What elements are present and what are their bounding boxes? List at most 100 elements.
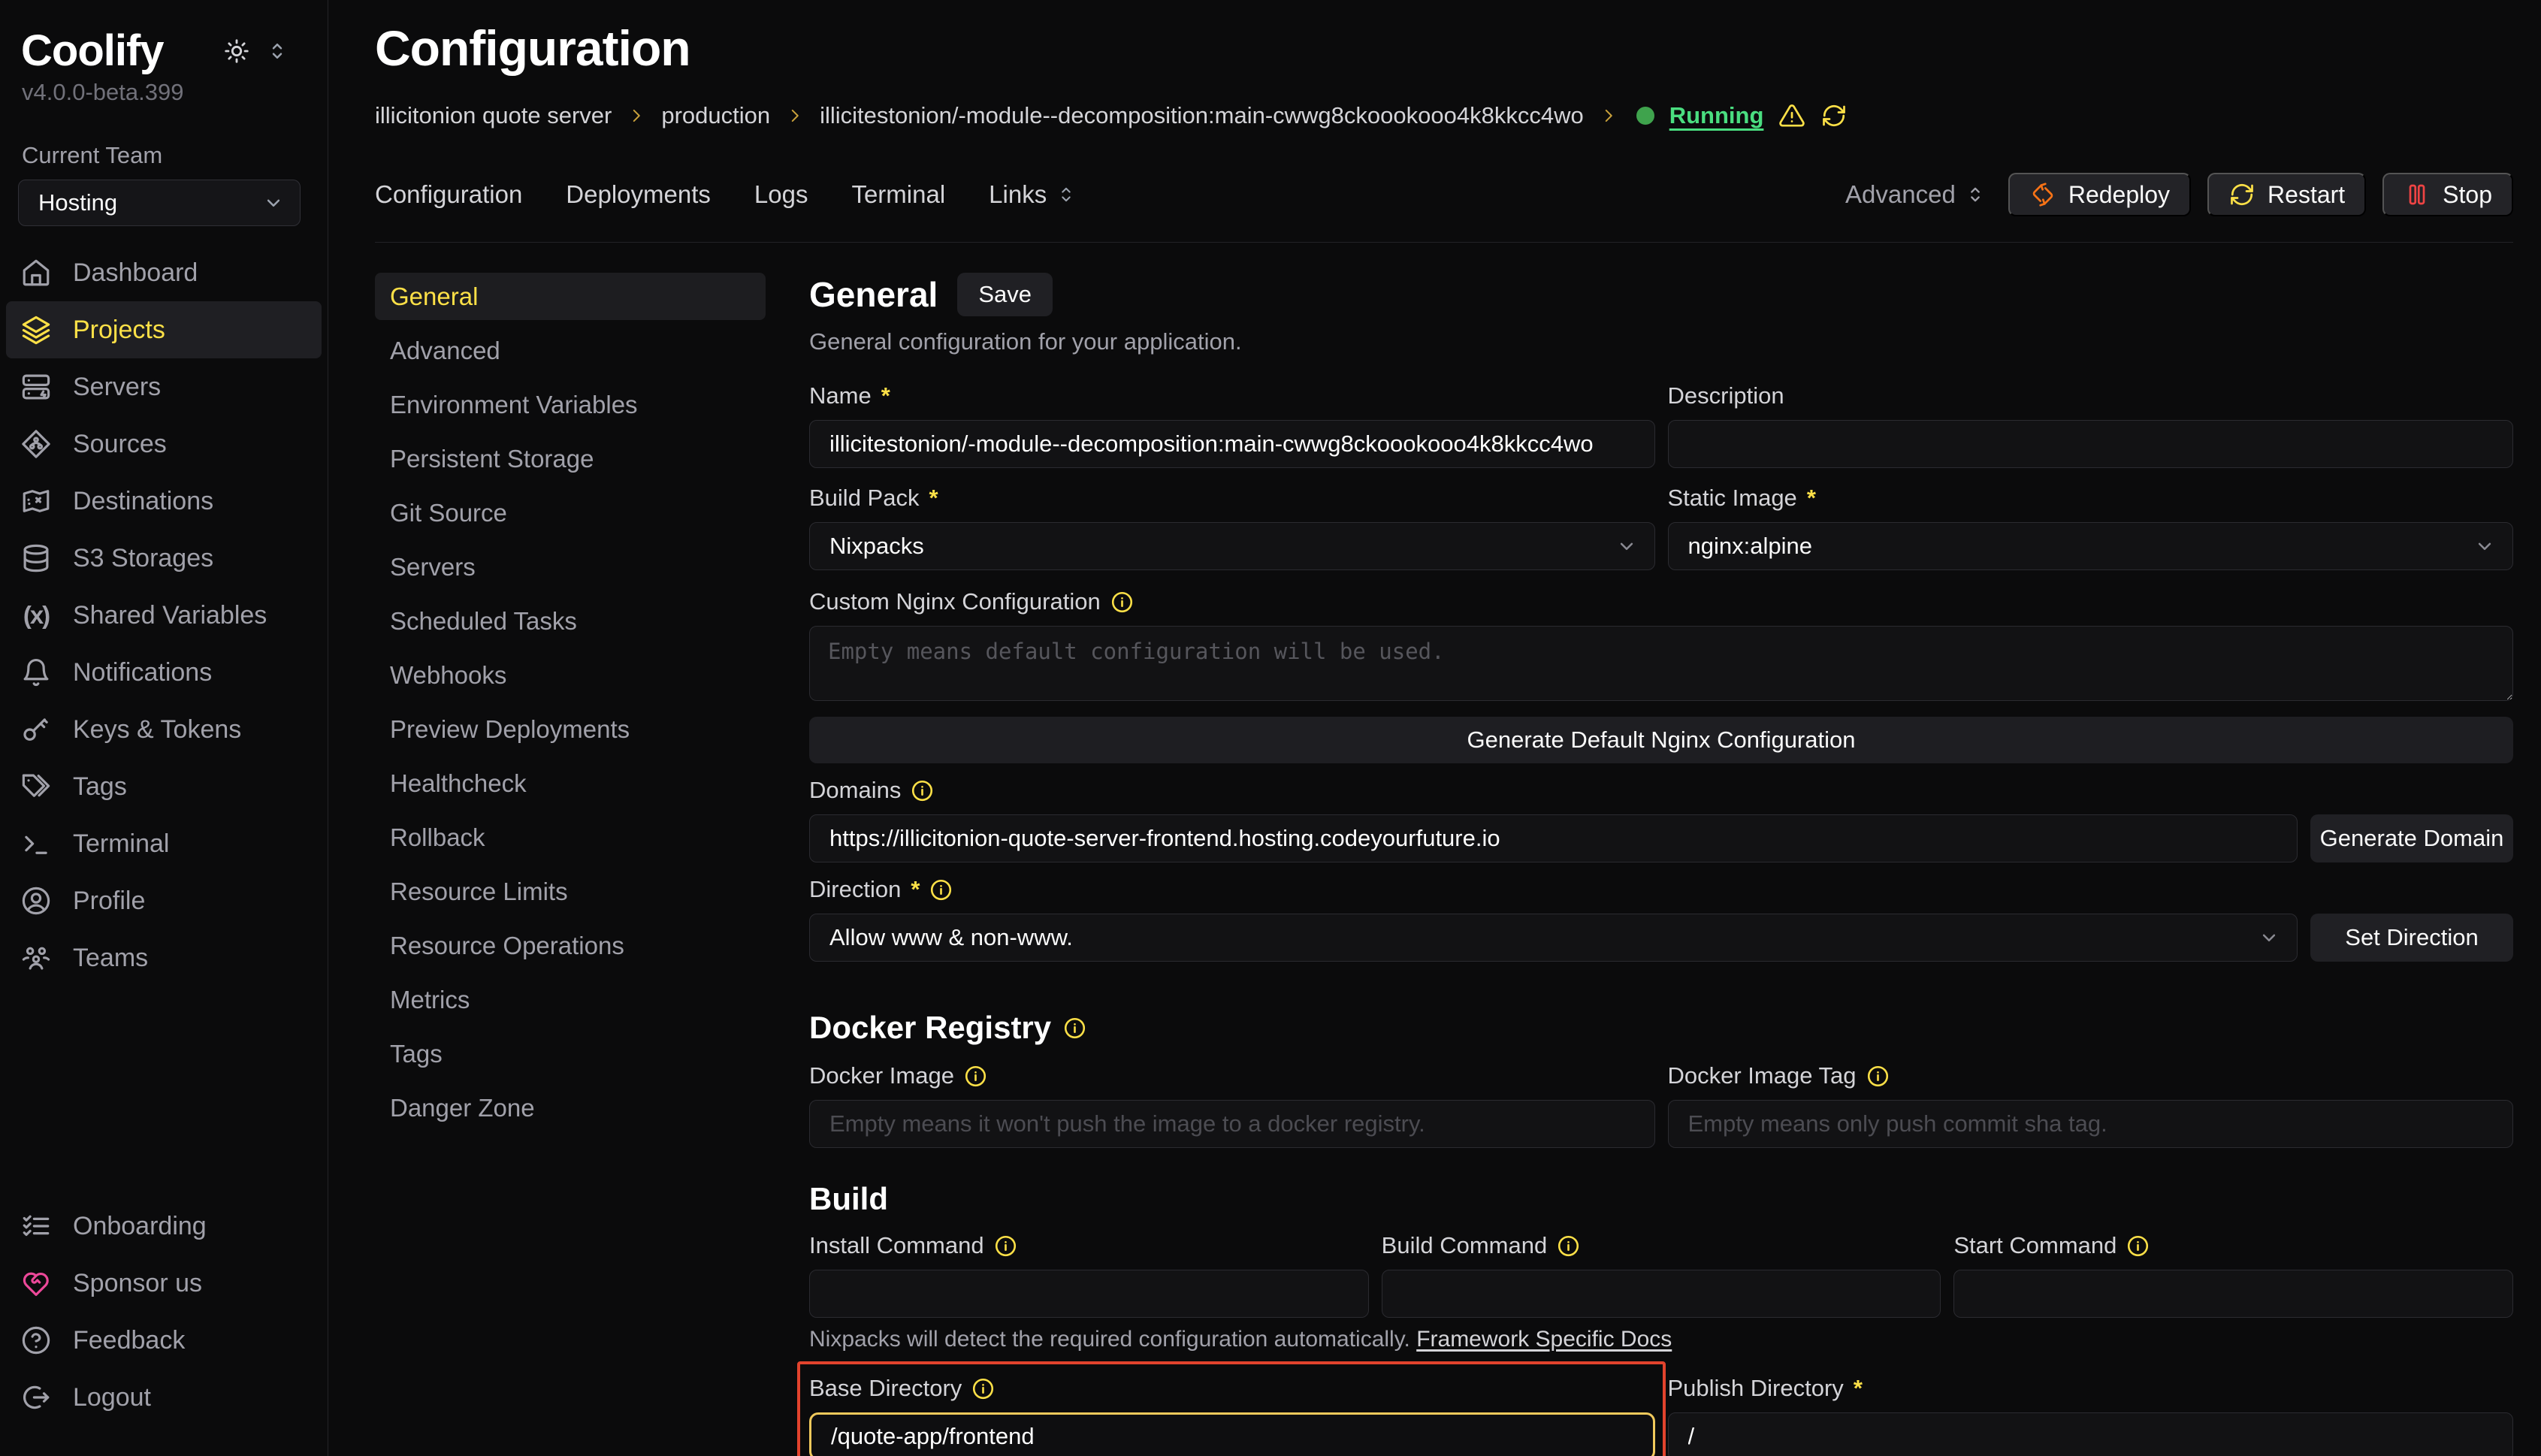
- description-input[interactable]: [1668, 420, 2514, 468]
- name-field: Name*: [809, 382, 1655, 468]
- name-input[interactable]: [809, 420, 1655, 468]
- generate-nginx-button[interactable]: Generate Default Nginx Configuration: [809, 717, 2513, 763]
- sidebar-item-feedback[interactable]: Feedback: [0, 1312, 328, 1369]
- advanced-dropdown[interactable]: Advanced: [1845, 180, 1986, 209]
- direction-field: Direction* Allow www & non-www. Set Dire…: [809, 876, 2513, 962]
- sidebar-item-tags[interactable]: Tags: [0, 758, 328, 815]
- breadcrumb-item[interactable]: illicitonion quote server: [375, 102, 612, 129]
- build-pack-field: Build Pack* Nixpacks: [809, 485, 1655, 570]
- base-directory-input[interactable]: [809, 1412, 1655, 1456]
- status-refresh[interactable]: [1820, 102, 1848, 129]
- subnav-item-environment-variables[interactable]: Environment Variables: [375, 381, 766, 428]
- sidebar-item-label: Projects: [73, 316, 165, 345]
- tab-links[interactable]: Links: [989, 180, 1077, 209]
- sidebar-item-onboarding[interactable]: Onboarding: [0, 1198, 328, 1255]
- domains-input[interactable]: [809, 814, 2298, 862]
- subnav-item-git-source[interactable]: Git Source: [375, 489, 766, 536]
- sidebar-item-label: S3 Storages: [73, 544, 213, 573]
- chevron-down-icon: [2473, 535, 2496, 557]
- general-form: General Save General configuration for y…: [809, 273, 2513, 1456]
- build-heading: Build: [809, 1181, 888, 1217]
- breadcrumb-item[interactable]: production: [661, 102, 770, 129]
- general-section-head: General Save: [809, 273, 2513, 316]
- tab-deployments[interactable]: Deployments: [566, 180, 711, 209]
- subnav-item-advanced[interactable]: Advanced: [375, 327, 766, 374]
- static-image-select[interactable]: nginx:alpine: [1668, 522, 2514, 570]
- direction-select[interactable]: Allow www & non-www.: [809, 914, 2298, 962]
- sidebar-item-s3-storages[interactable]: S3 Storages: [0, 530, 328, 587]
- status-warning[interactable]: [1778, 102, 1805, 129]
- sidebar-item-profile[interactable]: Profile: [0, 872, 328, 929]
- build-command-label: Build Command: [1382, 1232, 1548, 1259]
- docker-image-tag-input[interactable]: [1668, 1100, 2514, 1148]
- start-command-field: Start Command: [1953, 1232, 2513, 1318]
- sidebar-header: Coolify: [0, 26, 328, 76]
- build-pack-select[interactable]: Nixpacks: [809, 522, 1655, 570]
- breadcrumb-item[interactable]: illicitestonion/-module--decomposition:m…: [820, 102, 1584, 129]
- docker-image-input[interactable]: [809, 1100, 1655, 1148]
- subnav-item-general[interactable]: General: [375, 273, 766, 320]
- tabs: Configuration Deployments Logs Terminal Link…: [375, 180, 1077, 209]
- stop-button[interactable]: Stop: [2382, 173, 2513, 216]
- sidebar-item-dashboard[interactable]: Dashboard: [0, 244, 328, 301]
- app-logo[interactable]: Coolify: [21, 26, 164, 76]
- sidebar-item-destinations[interactable]: Destinations: [0, 473, 328, 530]
- server-icon: [20, 371, 52, 403]
- subnav-item-resource-limits[interactable]: Resource Limits: [375, 868, 766, 915]
- subnav-item-metrics[interactable]: Metrics: [375, 976, 766, 1023]
- sidebar-item-terminal[interactable]: Terminal: [0, 815, 328, 872]
- subnav-item-preview-deployments[interactable]: Preview Deployments: [375, 705, 766, 753]
- action-button-label: Redeploy: [2068, 181, 2170, 209]
- required-asterisk: *: [929, 485, 938, 512]
- subnav-item-healthcheck[interactable]: Healthcheck: [375, 760, 766, 807]
- restart-button[interactable]: Restart: [2207, 173, 2366, 216]
- tab-configuration[interactable]: Configuration: [375, 180, 522, 209]
- tabs-row: Configuration Deployments Logs Terminal Link…: [375, 173, 2513, 216]
- sidebar-item-logout[interactable]: Logout: [0, 1369, 328, 1426]
- logout-icon: [20, 1382, 52, 1413]
- save-button[interactable]: Save: [957, 273, 1053, 316]
- sidebar-item-projects[interactable]: Projects: [6, 301, 322, 358]
- start-command-input[interactable]: [1953, 1270, 2513, 1318]
- subnav-item-tags[interactable]: Tags: [375, 1030, 766, 1077]
- sidebar-item-label: Notifications: [73, 658, 212, 687]
- sidebar-item-sources[interactable]: Sources: [0, 415, 328, 473]
- sidebar-item-keys-tokens[interactable]: Keys & Tokens: [0, 701, 328, 758]
- docker-registry-heading: Docker Registry: [809, 1010, 1051, 1046]
- sidebar-item-teams[interactable]: Teams: [0, 929, 328, 986]
- build-command-input[interactable]: [1382, 1270, 1941, 1318]
- subnav-item-servers[interactable]: Servers: [375, 543, 766, 591]
- sidebar-item-sponsor-us[interactable]: Sponsor us: [0, 1255, 328, 1312]
- subnav-item-scheduled-tasks[interactable]: Scheduled Tasks: [375, 597, 766, 645]
- sidebar-item-notifications[interactable]: Notifications: [0, 644, 328, 701]
- subnav-item-rollback[interactable]: Rollback: [375, 814, 766, 861]
- sun-icon[interactable]: [222, 37, 251, 65]
- sidebar-item-label: Keys & Tokens: [73, 715, 241, 745]
- description-label: Description: [1668, 382, 1784, 409]
- tab-terminal[interactable]: Terminal: [851, 180, 945, 209]
- framework-docs-link[interactable]: Framework Specific Docs: [1416, 1327, 1672, 1352]
- breadcrumb-separator: [627, 106, 646, 125]
- publish-directory-label: Publish Directory: [1668, 1375, 1844, 1402]
- terminal-icon: [20, 828, 52, 859]
- sidebar-item-servers[interactable]: Servers: [0, 358, 328, 415]
- set-direction-button[interactable]: Set Direction: [2310, 914, 2513, 962]
- sidebar-item-shared-variables[interactable]: (x)Shared Variables: [0, 587, 328, 644]
- subnav-item-danger-zone[interactable]: Danger Zone: [375, 1084, 766, 1131]
- custom-nginx-textarea[interactable]: [809, 626, 2513, 701]
- subnav-item-webhooks[interactable]: Webhooks: [375, 651, 766, 699]
- refresh-icon: [1820, 102, 1848, 129]
- info-icon: [929, 878, 953, 902]
- subnav-item-persistent-storage[interactable]: Persistent Storage: [375, 435, 766, 482]
- tag-icon: [20, 771, 52, 802]
- generate-domain-button[interactable]: Generate Domain: [2310, 814, 2513, 862]
- subnav-item-resource-operations[interactable]: Resource Operations: [375, 922, 766, 969]
- status-running-link[interactable]: Running: [1669, 102, 1764, 129]
- tab-logs[interactable]: Logs: [754, 180, 808, 209]
- redeploy-button[interactable]: Redeploy: [2008, 173, 2191, 216]
- custom-nginx-label: Custom Nginx Configuration: [809, 588, 1101, 615]
- publish-directory-input[interactable]: [1668, 1412, 2514, 1456]
- team-select[interactable]: Hosting: [18, 180, 301, 226]
- chevrons-up-down-icon[interactable]: [266, 40, 289, 62]
- install-command-input[interactable]: [809, 1270, 1369, 1318]
